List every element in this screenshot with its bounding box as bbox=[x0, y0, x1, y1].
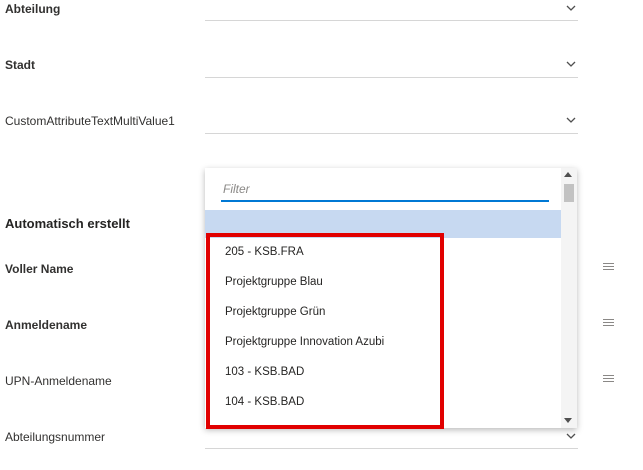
chevron-down-icon[interactable] bbox=[565, 430, 577, 442]
stadt-dropdown-underline[interactable] bbox=[205, 77, 578, 78]
dropdown-option[interactable]: 104 - KSB.BAD bbox=[225, 396, 304, 408]
scroll-thumb[interactable] bbox=[564, 184, 574, 202]
custom-attribute-dropdown-underline[interactable] bbox=[205, 133, 578, 134]
chevron-down-icon[interactable] bbox=[565, 58, 577, 70]
scroll-down-arrow-icon[interactable] bbox=[564, 418, 572, 423]
hamburger-menu-icon[interactable] bbox=[603, 263, 614, 273]
chevron-down-icon[interactable] bbox=[565, 114, 577, 126]
field-label: CustomAttributeTextMultiValue1 bbox=[5, 114, 175, 128]
auto-field-label-upn: UPN-Anmeldename bbox=[5, 374, 112, 388]
scrollbar[interactable] bbox=[561, 168, 577, 428]
auto-field-label-abteilungsnummer: Abteilungsnummer bbox=[5, 430, 106, 444]
dropdown-option[interactable]: 103 - KSB.BAD bbox=[225, 366, 304, 378]
abteilungsnummer-dropdown-underline[interactable] bbox=[205, 448, 578, 449]
dropdown-list[interactable]: 205 - KSB.FRA Projektgruppe Blau Projekt… bbox=[205, 168, 577, 428]
chevron-down-icon[interactable] bbox=[565, 2, 577, 14]
scroll-up-arrow-icon[interactable] bbox=[564, 172, 572, 177]
field-label: Stadt bbox=[5, 58, 35, 72]
filter-input[interactable] bbox=[221, 178, 549, 202]
auto-field-label-voller-name: Voller Name bbox=[5, 262, 74, 276]
hamburger-menu-icon[interactable] bbox=[603, 319, 614, 329]
hamburger-menu-icon[interactable] bbox=[603, 375, 614, 385]
selected-empty-option[interactable] bbox=[205, 210, 561, 238]
dropdown-option[interactable]: Projektgruppe Innovation Azubi bbox=[225, 336, 384, 348]
dropdown-option[interactable]: Projektgruppe Blau bbox=[225, 276, 323, 288]
dropdown-option[interactable]: Projektgruppe Grün bbox=[225, 306, 325, 318]
field-label: Abteilung bbox=[5, 2, 61, 16]
dropdown-option[interactable]: 205 - KSB.FRA bbox=[225, 246, 304, 258]
abteilung-dropdown-underline[interactable] bbox=[205, 20, 578, 21]
auto-field-label-anmeldename: Anmeldename bbox=[5, 318, 88, 332]
section-heading: Automatisch erstellt bbox=[5, 216, 130, 231]
